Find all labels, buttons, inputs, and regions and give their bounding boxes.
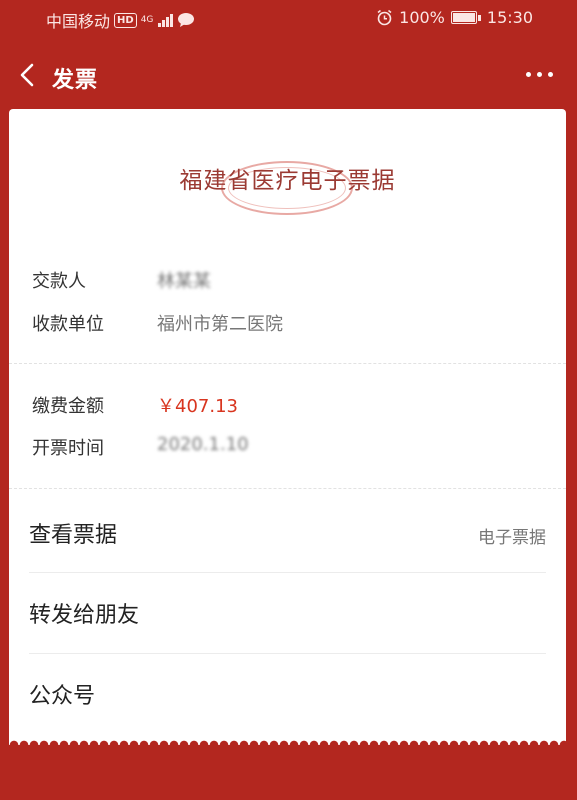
network-type: 4G <box>140 14 154 25</box>
scallop-edge <box>9 735 566 745</box>
time-value: 2020.1.10 <box>157 434 249 455</box>
signal-icon <box>158 13 174 27</box>
page-title: 发票 <box>52 68 99 93</box>
forward-item[interactable]: 转发给朋友 <box>29 573 546 653</box>
e-receipt-tag: 电子票据 <box>478 528 546 548</box>
payer-label: 交款人 <box>32 271 86 292</box>
official-account-label: 公众号 <box>29 684 96 709</box>
receipt-card: 福建省医疗电子票据 交款人 林某某 收款单位 福州市第二医院 缴费金额 ￥407… <box>9 109 566 740</box>
battery-icon <box>450 11 477 24</box>
payer-value: 林某某 <box>157 271 211 292</box>
receipt-header: 福建省医疗电子票据 <box>9 149 566 229</box>
official-account-item[interactable]: 公众号 <box>29 654 546 734</box>
status-bar: 中国移动 HD 4G 100% 15:30 <box>0 0 577 36</box>
payer-row: 交款人 林某某 <box>32 267 211 293</box>
divider <box>9 363 566 364</box>
alarm-icon <box>377 9 392 26</box>
carrier-name: 中国移动 <box>46 12 111 31</box>
hd-icon: HD <box>114 12 137 28</box>
chat-icon <box>178 13 195 27</box>
chevron-left-icon[interactable] <box>14 60 42 90</box>
view-receipt-item[interactable]: 查看票据 电子票据 <box>29 493 546 573</box>
receipt-title: 福建省医疗电子票据 <box>179 168 396 194</box>
payee-label: 收款单位 <box>32 314 104 335</box>
amount-row: 缴费金额 ￥407.13 <box>32 392 238 418</box>
time-row: 开票时间 2020.1.10 <box>32 434 249 460</box>
battery-percent: 100% <box>399 8 445 27</box>
time-label: 开票时间 <box>32 438 104 459</box>
view-receipt-label: 查看票据 <box>29 523 118 548</box>
more-dots-icon[interactable] <box>526 72 553 77</box>
nav-bar: 发票 <box>0 52 577 100</box>
amount-label: 缴费金额 <box>32 396 104 417</box>
forward-label: 转发给朋友 <box>29 603 140 628</box>
divider <box>9 488 566 489</box>
payee-value: 福州市第二医院 <box>157 314 283 335</box>
amount-value: ￥407.13 <box>157 396 238 417</box>
payee-row: 收款单位 福州市第二医院 <box>32 310 283 336</box>
clock: 15:30 <box>486 8 533 27</box>
